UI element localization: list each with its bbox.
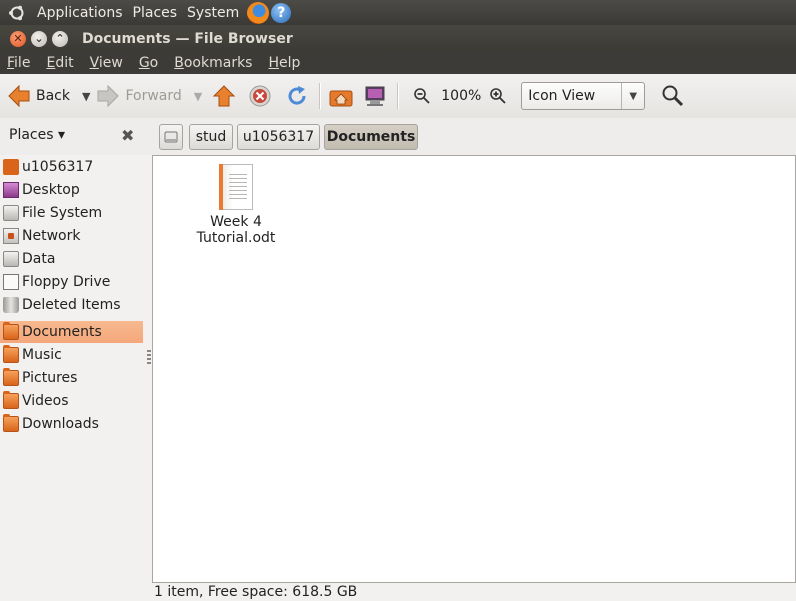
home-folder-icon — [3, 159, 19, 175]
search-icon — [662, 85, 684, 107]
top-panel: Applications Places System ? — [0, 0, 796, 25]
sidebar-item-downloads[interactable]: Downloads — [0, 413, 143, 435]
reload-button[interactable] — [285, 80, 309, 112]
zoom-out-button[interactable] — [413, 80, 431, 112]
sidebar-item-music[interactable]: Music — [0, 344, 143, 366]
file-item[interactable]: Week 4 Tutorial.odt — [171, 164, 301, 246]
sidebar-item-file-system[interactable]: File System — [0, 202, 143, 224]
file-menu[interactable]: File — [0, 55, 38, 71]
edit-menu[interactable]: Edit — [38, 55, 81, 71]
go-menu[interactable]: Go — [131, 55, 166, 71]
reload-icon — [288, 86, 306, 105]
network-icon — [3, 228, 19, 244]
drive-icon — [3, 251, 19, 267]
stop-button[interactable] — [248, 80, 272, 112]
zoom-in-button[interactable] — [489, 80, 507, 112]
zoom-out-icon — [414, 88, 430, 104]
crumb-stud[interactable]: stud — [189, 124, 233, 150]
help-icon[interactable]: ? — [271, 2, 292, 23]
maximize-window-button[interactable]: ⌃ — [52, 30, 68, 47]
sidebar-item-trash[interactable]: Deleted Items — [0, 294, 143, 316]
bookmarks-menu[interactable]: Bookmarks — [166, 55, 260, 71]
sidebar-item-floppy[interactable]: Floppy Drive — [0, 271, 143, 293]
system-menu[interactable]: System — [182, 5, 244, 21]
computer-button[interactable] — [363, 80, 387, 112]
search-button[interactable] — [661, 80, 685, 112]
folder-icon — [3, 345, 19, 363]
crumb-user[interactable]: u1056317 — [237, 124, 320, 150]
up-button[interactable] — [212, 80, 236, 112]
folder-icon — [3, 391, 19, 409]
folder-icon — [3, 322, 19, 340]
computer-icon — [365, 86, 385, 106]
chevron-down-icon: ▼ — [621, 83, 644, 109]
location-bar: Places ▾ ✖ stud u1056317 Documents — [0, 118, 796, 155]
file-icon-view[interactable]: Week 4 Tutorial.odt — [152, 155, 796, 583]
trash-icon — [3, 297, 19, 313]
back-history-dropdown[interactable]: ▼ — [82, 90, 90, 103]
zoom-in-icon — [490, 88, 506, 104]
folder-icon — [3, 368, 19, 386]
view-menu[interactable]: View — [82, 55, 131, 71]
up-arrow-icon — [213, 85, 236, 107]
window-titlebar: ✕ ⌄ ⌃ Documents — File Browser — [0, 25, 796, 52]
back-button[interactable]: Back — [7, 80, 70, 112]
sidebar-item-network[interactable]: Network — [0, 225, 143, 247]
sidebar-item-documents[interactable]: Documents — [0, 321, 143, 343]
status-bar: 1 item, Free space: 618.5 GB — [154, 584, 358, 600]
folder-icon — [3, 414, 19, 432]
places-sidebar: u1056317 Desktop File System Network Dat… — [0, 155, 146, 599]
pane-resize-handle[interactable] — [147, 350, 151, 364]
stop-icon — [249, 85, 271, 107]
places-menu[interactable]: Places — [128, 5, 183, 21]
applications-menu[interactable]: Applications — [32, 5, 128, 21]
toolbar: Back ▼ Forward ▼ 100% Icon View ▼ — [0, 74, 796, 118]
drive-icon — [3, 205, 19, 221]
close-window-button[interactable]: ✕ — [10, 30, 26, 47]
home-folder-icon — [329, 90, 353, 107]
crumb-documents[interactable]: Documents — [324, 124, 418, 150]
sidebar-item-pictures[interactable]: Pictures — [0, 367, 143, 389]
minimize-window-button[interactable]: ⌄ — [31, 30, 47, 47]
sidebar-item-desktop[interactable]: Desktop — [0, 179, 143, 201]
menubar: File Edit View Go Bookmarks Help — [0, 52, 796, 74]
sidebar-mode-select[interactable]: Places ▾ — [9, 127, 65, 143]
sidebar-item-home[interactable]: u1056317 — [0, 156, 143, 178]
back-arrow-icon — [8, 84, 30, 108]
forward-button[interactable]: Forward — [96, 80, 182, 112]
forward-arrow-icon — [97, 84, 120, 108]
ubuntu-logo-icon[interactable] — [8, 4, 26, 22]
drive-icon — [164, 131, 178, 143]
desktop-icon — [3, 182, 19, 198]
window-title: Documents — File Browser — [82, 30, 293, 47]
file-name: Week 4 Tutorial.odt — [196, 214, 276, 246]
zoom-level[interactable]: 100% — [441, 88, 481, 104]
toolbar-separator-2 — [397, 83, 400, 109]
toolbar-separator — [319, 83, 322, 109]
root-drive-crumb[interactable] — [159, 124, 183, 150]
odt-document-icon — [219, 164, 253, 210]
firefox-icon[interactable] — [247, 1, 270, 24]
sidebar-item-videos[interactable]: Videos — [0, 390, 143, 412]
view-mode-select[interactable]: Icon View ▼ — [521, 82, 646, 110]
sidebar-item-data[interactable]: Data — [0, 248, 143, 270]
help-menu[interactable]: Help — [260, 55, 308, 71]
forward-history-dropdown[interactable]: ▼ — [194, 90, 202, 103]
home-button[interactable] — [328, 80, 354, 112]
floppy-icon — [3, 274, 19, 290]
close-sidebar-icon[interactable]: ✖ — [121, 126, 134, 145]
